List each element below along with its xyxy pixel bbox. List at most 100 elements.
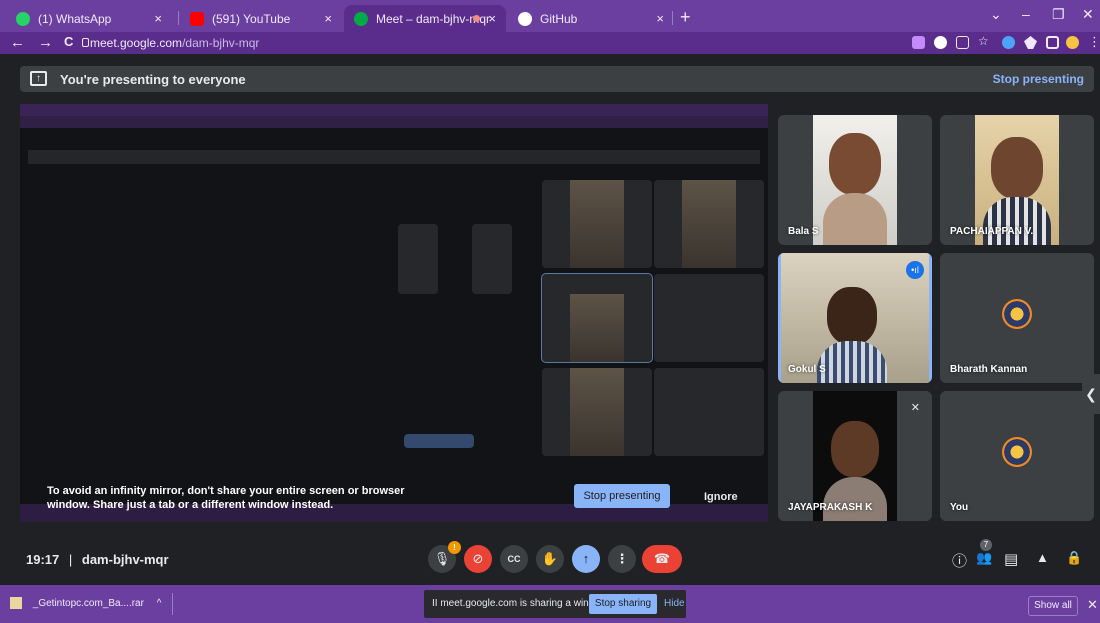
whatsapp-icon: [16, 11, 30, 26]
participant-tile[interactable]: Bharath Kannan: [940, 253, 1094, 383]
participant-name: JAYAPRAKASH K: [788, 502, 873, 513]
participant-name: You: [950, 502, 969, 513]
mirror-tile: [404, 434, 474, 448]
captions-button[interactable]: CC: [500, 545, 528, 573]
tab-divider: [672, 11, 673, 25]
url-field[interactable]: meet.google.com/dam-bjhv-mqr: [90, 36, 259, 50]
avatar: [1002, 437, 1032, 467]
tab-divider: [178, 11, 179, 25]
meeting-details-icon[interactable]: ⓘ: [952, 550, 967, 571]
participant-name: Gokul S: [788, 364, 826, 375]
download-item[interactable]: _Getintopc.com_Ba....rar ^: [10, 593, 170, 615]
extension-icon[interactable]: [1002, 36, 1015, 49]
browser-menu-icon[interactable]: ⋮: [1088, 34, 1100, 50]
mirror-tile: [542, 368, 652, 456]
minimize-button[interactable]: –: [1022, 6, 1030, 22]
mirror-tab-bar: [20, 104, 768, 116]
stop-presenting-link[interactable]: Stop presenting: [993, 72, 1084, 86]
profile-avatar-icon[interactable]: [1066, 36, 1079, 49]
tab-search-chevron-icon[interactable]: ⌄: [990, 6, 1002, 23]
participant-name: Bala S: [788, 226, 819, 237]
mirror-tile: [654, 368, 764, 456]
host-controls-icon[interactable]: 🔒: [1066, 550, 1082, 566]
camera-off-button[interactable]: ⊘: [464, 545, 492, 573]
shared-screen-preview: [20, 104, 768, 522]
restore-button[interactable]: ❐: [1052, 6, 1065, 23]
close-tab-icon[interactable]: ×: [324, 11, 332, 26]
mirror-tile: [541, 273, 653, 363]
url-path: /dam-bjhv-mqr: [182, 36, 260, 50]
chat-icon[interactable]: ▤: [1004, 550, 1018, 568]
github-icon: [518, 11, 532, 26]
tab-label: GitHub: [540, 11, 578, 26]
meeting-separator: |: [68, 552, 73, 567]
mirror-tile: [654, 180, 764, 268]
participant-video: [813, 115, 897, 245]
close-window-button[interactable]: ✕: [1082, 6, 1094, 23]
tab-meet[interactable]: Meet – dam-bjhv-mqr ×: [344, 5, 506, 32]
mirror-tile: [542, 180, 652, 268]
participant-name: PACHAIAPPAN V.: [950, 226, 1034, 237]
puzzle-extensions-icon[interactable]: [1024, 36, 1037, 49]
present-now-button[interactable]: ↑: [572, 545, 600, 573]
presenting-text: You're presenting to everyone: [60, 72, 246, 87]
present-icon: ↑: [30, 71, 47, 86]
reload-button[interactable]: C: [64, 34, 73, 49]
hide-button[interactable]: Hide: [664, 590, 685, 618]
google-icon[interactable]: [934, 36, 947, 49]
leave-call-button[interactable]: ☎: [642, 545, 682, 573]
close-tab-icon[interactable]: ×: [488, 11, 496, 26]
mirror-tile: [398, 224, 438, 294]
show-all-downloads-button[interactable]: Show all: [1028, 596, 1078, 616]
mirror-banner: [28, 150, 760, 164]
ignore-button[interactable]: Ignore: [704, 491, 738, 503]
close-downloads-icon[interactable]: ✕: [1087, 597, 1098, 613]
participant-tile[interactable]: You: [940, 391, 1094, 521]
tab-label: (591) YouTube: [212, 11, 291, 26]
recording-dot-icon: [473, 15, 480, 22]
stop-presenting-button[interactable]: Stop presenting: [574, 484, 670, 508]
browser-tab-bar: (1) WhatsApp × (591) YouTube × Meet – da…: [0, 0, 1100, 32]
new-tab-button[interactable]: +: [680, 7, 691, 28]
participant-tile[interactable]: Bala S: [778, 115, 932, 245]
participant-count-badge: 7: [980, 539, 992, 551]
share-icon[interactable]: [956, 36, 969, 49]
back-button[interactable]: ←: [10, 34, 25, 51]
forward-button[interactable]: →: [38, 34, 53, 51]
stop-sharing-button[interactable]: Stop sharing: [589, 594, 657, 614]
mirror-address-bar: [20, 116, 768, 128]
meeting-time: 19:17: [26, 552, 60, 567]
archive-file-icon: [10, 597, 22, 610]
close-tab-icon[interactable]: ×: [154, 11, 162, 26]
download-options-chevron-icon[interactable]: ^: [157, 598, 162, 609]
divider: [172, 593, 173, 615]
participant-tile[interactable]: •ıl Gokul S: [778, 253, 932, 383]
tab-label: (1) WhatsApp: [38, 11, 112, 26]
participant-name: Bharath Kannan: [950, 364, 1028, 375]
url-host: meet.google.com: [90, 36, 183, 50]
address-bar: ← → C meet.google.com/dam-bjhv-mqr ☆ ⋮: [0, 32, 1100, 54]
side-panel-toggle[interactable]: ❮: [1082, 374, 1100, 414]
close-tab-icon[interactable]: ×: [656, 11, 664, 26]
more-options-button[interactable]: ⋮: [608, 545, 636, 573]
bookmark-star-icon[interactable]: ☆: [978, 35, 991, 48]
infinity-mirror-warning: To avoid an infinity mirror, don't share…: [47, 485, 405, 511]
meeting-info: 19:17 | dam-bjhv-mqr: [26, 552, 169, 567]
window-sharing-notice: II meet.google.com is sharing a window. …: [424, 590, 686, 618]
tab-github[interactable]: GitHub ×: [508, 5, 674, 32]
people-icon[interactable]: 👥: [976, 550, 992, 566]
lock-icon: [82, 38, 89, 47]
activities-icon[interactable]: ▲: [1036, 550, 1049, 565]
muted-mic-icon: ✕: [910, 402, 920, 414]
google-meet-icon: [354, 11, 368, 26]
participant-tile[interactable]: ✕ JAYAPRAKASH K: [778, 391, 932, 521]
raise-hand-button[interactable]: ✋: [536, 545, 564, 573]
side-panel-icon[interactable]: [1046, 36, 1059, 49]
tab-youtube[interactable]: (591) YouTube ×: [180, 5, 342, 32]
participant-tile[interactable]: PACHAIAPPAN V.: [940, 115, 1094, 245]
cast-icon[interactable]: [912, 36, 925, 49]
presenting-banner: ↑ You're presenting to everyone Stop pre…: [20, 66, 1094, 92]
mirror-tile: [654, 274, 764, 362]
mirror-tile: [472, 224, 512, 294]
tab-whatsapp[interactable]: (1) WhatsApp ×: [6, 5, 172, 32]
